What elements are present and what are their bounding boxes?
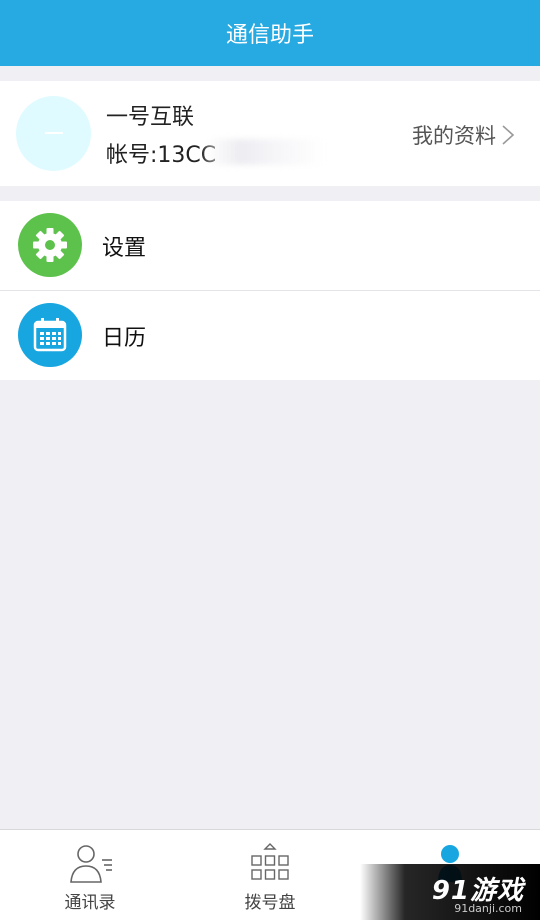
dialpad-icon — [251, 843, 289, 880]
page-title: 通信助手 — [225, 23, 314, 48]
my-profile-label: 我的资料 — [412, 124, 496, 148]
avatar — [16, 96, 91, 171]
profile-card[interactable]: 一号互联 帐号:13CC 我的资料 — [0, 81, 540, 186]
contacts-icon — [70, 845, 112, 883]
tab-label: 拨号盘 — [244, 893, 296, 913]
chevron-right-icon — [502, 125, 515, 145]
watermark-logo: 91游戏 91danji.com — [360, 864, 540, 920]
profile-name: 一号互联 — [106, 105, 195, 130]
my-profile-link[interactable]: 我的资料 — [412, 120, 516, 150]
bottom-tab-bar: 通讯录 拨号盘 91游戏 91danji.com — [0, 829, 540, 920]
menu-item-label: 设置 — [102, 235, 147, 261]
title-bar: 通信助手 — [0, 0, 540, 66]
menu-item-calendar[interactable]: 日历 — [0, 290, 540, 380]
tab-contacts[interactable]: 通讯录 — [0, 830, 180, 920]
gear-icon — [18, 213, 82, 277]
account-number: 帐号:13CC — [106, 143, 217, 168]
menu-item-label: 日历 — [102, 325, 147, 351]
tab-label: 通讯录 — [64, 893, 116, 913]
watermark-url: 91danji.com — [454, 902, 522, 915]
menu-list: 设置 日历 — [0, 201, 540, 380]
tab-dialpad[interactable]: 拨号盘 — [180, 830, 360, 920]
menu-item-settings[interactable]: 设置 — [0, 201, 540, 290]
redacted-blur — [205, 139, 325, 165]
calendar-icon — [18, 303, 82, 367]
